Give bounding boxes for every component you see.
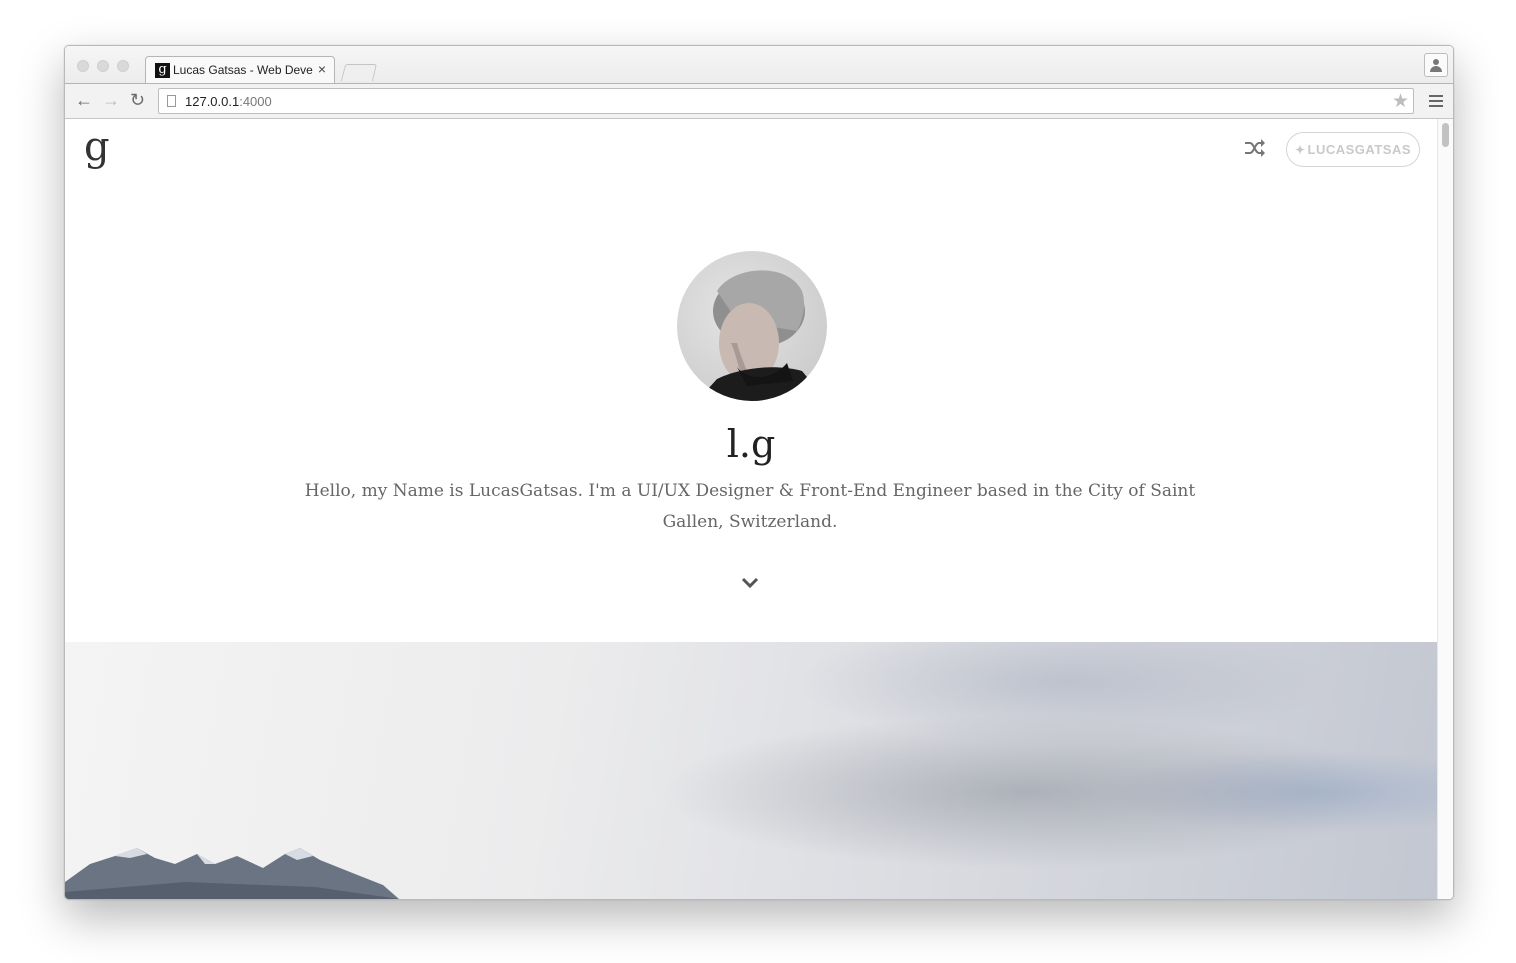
scrollbar-thumb[interactable] bbox=[1442, 123, 1449, 147]
close-window-button[interactable] bbox=[77, 60, 89, 72]
url-port: :4000 bbox=[239, 94, 272, 109]
twitter-icon: ✦ bbox=[1294, 143, 1306, 157]
page-viewport: g ✦ LUCASGATSAS l.g Hello, my Name is Luc… bbox=[65, 119, 1437, 899]
reload-icon[interactable]: ↻ bbox=[130, 91, 145, 109]
browser-toolbar: ← → ↻ 127.0.0.1:4000 ★ bbox=[65, 83, 1453, 119]
page-icon bbox=[167, 95, 176, 107]
browser-window: g Lucas Gatsas - Web Developer × ← → ↻ 1… bbox=[64, 45, 1454, 900]
twitter-button[interactable]: ✦ LUCASGATSAS bbox=[1286, 132, 1420, 167]
shuffle-icon[interactable] bbox=[1243, 137, 1267, 159]
avatar bbox=[677, 251, 827, 401]
site-logo[interactable]: g bbox=[84, 123, 110, 171]
maximize-window-button[interactable] bbox=[117, 60, 129, 72]
hero-title: l.g bbox=[726, 422, 776, 466]
url-text: 127.0.0.1:4000 bbox=[185, 94, 272, 109]
portrait-image bbox=[697, 270, 827, 401]
profile-button[interactable] bbox=[1424, 53, 1448, 77]
hamburger-menu-icon[interactable] bbox=[1429, 95, 1443, 110]
address-bar[interactable]: 127.0.0.1:4000 ★ bbox=[158, 88, 1414, 114]
forward-arrow-icon[interactable]: → bbox=[102, 91, 120, 109]
twitter-handle: LUCASGATSAS bbox=[1307, 142, 1412, 157]
new-tab-button[interactable] bbox=[340, 64, 378, 81]
tab-title: Lucas Gatsas - Web Developer bbox=[173, 63, 313, 77]
tab-close-icon[interactable]: × bbox=[318, 61, 326, 77]
favicon: g bbox=[155, 62, 170, 78]
back-arrow-icon[interactable]: ← bbox=[75, 91, 93, 109]
bookmark-star-icon[interactable]: ★ bbox=[1392, 90, 1409, 113]
url-host: 127.0.0.1 bbox=[185, 94, 240, 109]
chevron-down-icon[interactable] bbox=[741, 577, 759, 589]
mountain-sky-image bbox=[65, 642, 1437, 899]
hero-intro-text: Hello, my Name is LucasGatsas. I'm a UI/… bbox=[304, 481, 1196, 532]
mountains bbox=[65, 848, 399, 899]
minimize-window-button[interactable] bbox=[97, 60, 109, 72]
tab-strip: g Lucas Gatsas - Web Developer × bbox=[65, 46, 1453, 83]
person-icon bbox=[1433, 59, 1439, 65]
scrollbar[interactable] bbox=[1437, 119, 1453, 899]
browser-tab[interactable]: g Lucas Gatsas - Web Developer × bbox=[145, 56, 335, 83]
